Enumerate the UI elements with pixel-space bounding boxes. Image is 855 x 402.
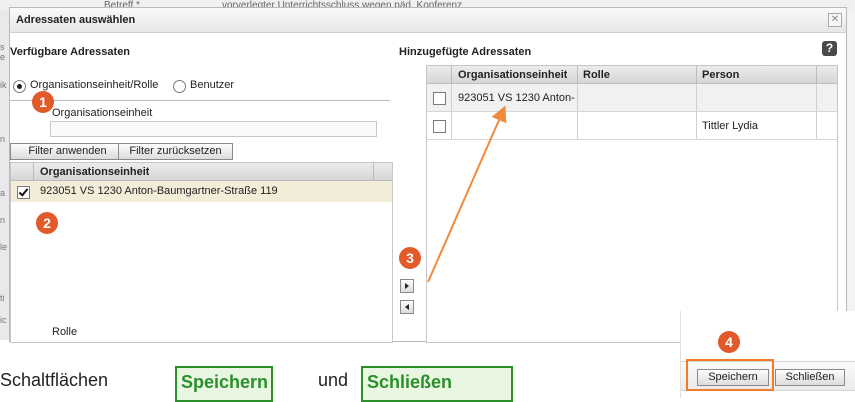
marker-1: 1 — [32, 91, 54, 113]
caption: Schaltflächen — [0, 370, 108, 391]
caption-middle: und — [318, 370, 349, 390]
marker-2: 2 — [36, 212, 58, 234]
caption-highlight-save: Speichern — [175, 366, 273, 402]
caption-save: Speichern — [181, 372, 269, 392]
caption-highlight-close: Schließen — [361, 366, 513, 402]
caption-close: Schließen — [367, 372, 453, 392]
save-button[interactable]: Speichern — [697, 369, 769, 386]
close-button[interactable]: Schließen — [775, 369, 845, 386]
dialog-footer: 4 Speichern Schließen — [680, 311, 855, 398]
caption-prefix: Schaltflächen — [0, 370, 109, 390]
marker-3: 3 — [399, 247, 421, 269]
marker-4: 4 — [718, 331, 740, 353]
